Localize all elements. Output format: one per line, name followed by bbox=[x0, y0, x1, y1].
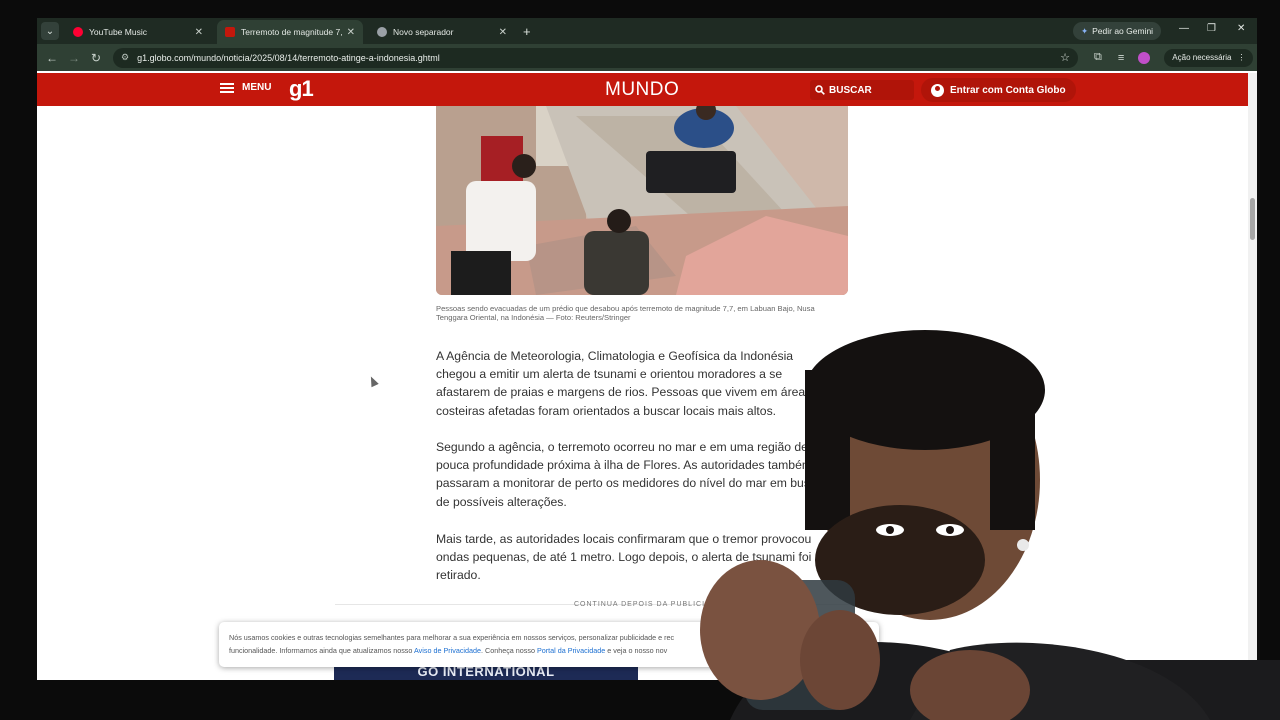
close-tab-icon[interactable]: ✕ bbox=[347, 27, 355, 38]
menu-label: MENU bbox=[242, 82, 272, 93]
media-controls-icon[interactable]: ≡ bbox=[1118, 52, 1124, 64]
tab-title: Terremoto de magnitude 7,7 at bbox=[241, 27, 343, 37]
section-title[interactable]: MUNDO bbox=[605, 79, 679, 101]
toolbar: ← → ↻ ⚙ g1.globo.com/mundo/noticia/2025/… bbox=[37, 44, 1257, 71]
url-text: g1.globo.com/mundo/noticia/2025/08/14/te… bbox=[137, 52, 440, 63]
ask-gemini-button[interactable]: ✦ Pedir ao Gemini bbox=[1073, 22, 1162, 40]
g1-favicon-icon bbox=[225, 27, 235, 37]
action-needed-label: Ação necessária bbox=[1172, 53, 1232, 62]
mouse-cursor-icon bbox=[367, 374, 379, 388]
g1-site-header: MENU g1 MUNDO BUSCAR Entrar com Conta Gl… bbox=[37, 73, 1248, 106]
g1-logo[interactable]: g1 bbox=[289, 76, 314, 102]
action-needed-button[interactable]: Ação necessária ⋮ bbox=[1164, 48, 1254, 67]
extensions-puzzle-icon[interactable]: ⧉ bbox=[1094, 51, 1102, 64]
search-icon bbox=[815, 85, 825, 95]
webcam-overlay bbox=[650, 330, 1280, 720]
tab-title: Novo separador bbox=[393, 27, 454, 37]
close-window-icon[interactable]: ✕ bbox=[1237, 23, 1245, 34]
hamburger-icon bbox=[220, 82, 234, 93]
reload-icon[interactable]: ↻ bbox=[85, 51, 107, 65]
streamer-webcam-image bbox=[700, 330, 1280, 720]
photo-caption: Pessoas sendo evacuadas de um prédio que… bbox=[436, 304, 815, 322]
forward-arrow-icon[interactable]: → bbox=[63, 51, 85, 65]
youtube-music-favicon-icon bbox=[73, 27, 83, 37]
restore-icon[interactable]: ❐ bbox=[1207, 23, 1216, 34]
more-menu-icon[interactable]: ⋮ bbox=[1237, 53, 1245, 62]
search-label: BUSCAR bbox=[829, 84, 872, 96]
cookie-text: . Conheça nosso bbox=[481, 646, 535, 655]
cookie-text: funcionalidade. Informamos ainda que atu… bbox=[229, 646, 413, 655]
search-button[interactable]: BUSCAR bbox=[810, 80, 914, 100]
privacy-notice-link[interactable]: Aviso de Privacidade bbox=[414, 646, 481, 655]
tab-strip: ⌄ YouTube Music ✕ Terremoto de magnitude… bbox=[37, 18, 1257, 44]
gemini-sparkle-icon: ✦ bbox=[1081, 25, 1089, 36]
tab-youtube-music[interactable]: YouTube Music ✕ bbox=[65, 20, 211, 44]
new-tab-button[interactable]: + bbox=[523, 24, 531, 39]
earthquake-rescue-image bbox=[436, 106, 848, 295]
scrollbar-thumb[interactable] bbox=[1250, 198, 1255, 240]
profile-avatar-icon[interactable] bbox=[1138, 51, 1151, 64]
tab-new-tab[interactable]: Novo separador ✕ bbox=[369, 20, 515, 44]
tab-title: YouTube Music bbox=[89, 27, 147, 37]
site-info-icon[interactable]: ⚙ bbox=[121, 52, 129, 63]
close-tab-icon[interactable]: ✕ bbox=[195, 27, 203, 38]
privacy-portal-link[interactable]: Portal da Privacidade bbox=[537, 646, 605, 655]
tab-search-chevron-icon[interactable]: ⌄ bbox=[41, 22, 59, 40]
address-bar[interactable]: ⚙ g1.globo.com/mundo/noticia/2025/08/14/… bbox=[113, 47, 1078, 68]
menu-button[interactable]: MENU bbox=[220, 82, 271, 93]
minimize-icon[interactable]: — bbox=[1179, 23, 1189, 34]
login-label: Entrar com Conta Globo bbox=[950, 84, 1066, 96]
bookmark-star-icon[interactable]: ☆ bbox=[1060, 51, 1070, 64]
user-account-icon bbox=[931, 83, 944, 97]
close-tab-icon[interactable]: ✕ bbox=[499, 27, 507, 38]
tab-g1-article[interactable]: Terremoto de magnitude 7,7 at ✕ bbox=[217, 20, 363, 44]
article-photo bbox=[436, 106, 848, 295]
login-button[interactable]: Entrar com Conta Globo bbox=[921, 78, 1076, 102]
ask-gemini-label: Pedir ao Gemini bbox=[1092, 26, 1154, 36]
chrome-favicon-icon bbox=[377, 27, 387, 37]
back-arrow-icon[interactable]: ← bbox=[41, 51, 63, 65]
